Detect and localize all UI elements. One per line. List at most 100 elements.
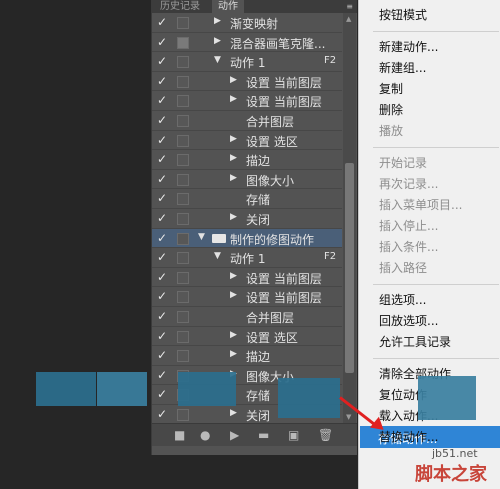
- action-row[interactable]: ✓ ▶ 关闭: [152, 209, 342, 229]
- action-row[interactable]: ✓ ▶ 设置 当前图层: [152, 287, 342, 307]
- expand-triangle-right-icon[interactable]: ▶: [230, 153, 237, 163]
- toggle-dialog-box[interactable]: [177, 232, 189, 245]
- expand-triangle-right-icon[interactable]: ▶: [230, 408, 237, 418]
- menu-item[interactable]: 允许工具记录: [379, 333, 451, 350]
- stop-icon[interactable]: ■: [174, 428, 185, 442]
- toggle-dialog-box[interactable]: [177, 134, 189, 147]
- toggle-dialog-box[interactable]: [177, 291, 189, 304]
- expand-triangle-right-icon[interactable]: ▶: [230, 330, 237, 340]
- toggle-dialog-box[interactable]: [177, 154, 189, 167]
- toggle-dialog-box[interactable]: [177, 271, 189, 284]
- expand-triangle-down-icon[interactable]: ▼: [214, 251, 221, 261]
- toggle-item-checkmark-icon[interactable]: ✓: [157, 15, 169, 29]
- toggle-dialog-box[interactable]: [177, 330, 189, 343]
- menu-item[interactable]: 删除: [379, 101, 403, 118]
- toggle-item-checkmark-icon[interactable]: ✓: [157, 211, 169, 225]
- toggle-dialog-box[interactable]: [177, 173, 189, 186]
- toggle-item-checkmark-icon[interactable]: ✓: [157, 191, 169, 205]
- action-row[interactable]: ✓ ▶ 混合器画笔克隆...: [152, 33, 342, 53]
- expand-triangle-down-icon[interactable]: ▼: [214, 55, 221, 65]
- menu-item[interactable]: 替换动作...: [379, 428, 438, 445]
- new-action-icon[interactable]: ▣: [288, 428, 299, 442]
- toggle-dialog-box[interactable]: [177, 350, 189, 363]
- action-row[interactable]: ✓ ▶ 图像大小: [152, 170, 342, 190]
- toggle-item-checkmark-icon[interactable]: ✓: [157, 74, 169, 88]
- expand-triangle-right-icon[interactable]: ▶: [230, 75, 237, 85]
- menu-item: 插入菜单项目...: [379, 198, 463, 212]
- toggle-item-checkmark-icon[interactable]: ✓: [157, 348, 169, 362]
- menu-item[interactable]: 按钮模式: [379, 6, 427, 23]
- expand-triangle-right-icon[interactable]: ▶: [214, 36, 221, 46]
- action-row[interactable]: ✓ 合并图层: [152, 307, 342, 327]
- toggle-dialog-box[interactable]: [177, 212, 189, 225]
- toggle-dialog-box[interactable]: [177, 17, 189, 29]
- action-row[interactable]: ✓ ▶ 设置 当前图层: [152, 72, 342, 92]
- action-row[interactable]: ✓ ▶ 设置 当前图层: [152, 91, 342, 111]
- menu-item[interactable]: 新建组...: [379, 59, 426, 76]
- scrollbar[interactable]: ▲ ▼: [343, 13, 356, 423]
- toggle-dialog-box[interactable]: [177, 56, 189, 69]
- toggle-item-checkmark-icon[interactable]: ✓: [157, 113, 169, 127]
- tab-actions[interactable]: 动作: [212, 0, 244, 13]
- toggle-item-checkmark-icon[interactable]: ✓: [157, 309, 169, 323]
- toggle-item-checkmark-icon[interactable]: ✓: [157, 407, 169, 421]
- toggle-dialog-box[interactable]: [177, 95, 189, 108]
- scrollbar-thumb[interactable]: [345, 163, 354, 373]
- menu-item[interactable]: 新建动作...: [379, 38, 438, 55]
- action-row[interactable]: ✓ ▶ 设置 选区: [152, 327, 342, 347]
- toggle-item-checkmark-icon[interactable]: ✓: [157, 270, 169, 284]
- toggle-dialog-box[interactable]: [177, 408, 189, 421]
- action-row[interactable]: ✓ 存储: [152, 189, 342, 209]
- toggle-dialog-box[interactable]: [177, 193, 189, 206]
- expand-triangle-right-icon[interactable]: ▶: [230, 173, 237, 183]
- action-row[interactable]: ✓ ▶ 设置 当前图层: [152, 268, 342, 288]
- expand-triangle-right-icon[interactable]: ▶: [230, 212, 237, 222]
- toggle-item-checkmark-icon[interactable]: ✓: [157, 172, 169, 186]
- toggle-item-checkmark-icon[interactable]: ✓: [157, 152, 169, 166]
- scroll-up-icon[interactable]: ▲: [346, 15, 351, 23]
- action-row[interactable]: ✓ ▶ 设置 选区: [152, 131, 342, 151]
- toggle-dialog-box[interactable]: [177, 310, 189, 323]
- new-set-folder-icon[interactable]: ▬: [258, 428, 269, 442]
- expand-triangle-right-icon[interactable]: ▶: [230, 94, 237, 104]
- trash-icon[interactable]: 🗑: [318, 428, 333, 442]
- menu-item[interactable]: 组选项...: [379, 291, 426, 308]
- action-row[interactable]: ✓ 合并图层: [152, 111, 342, 131]
- toggle-item-checkmark-icon[interactable]: ✓: [157, 35, 169, 49]
- toggle-dialog-box[interactable]: [177, 114, 189, 127]
- action-row[interactable]: ✓ ▶ 描边: [152, 150, 342, 170]
- action-row[interactable]: ✓ ▶ 描边: [152, 346, 342, 366]
- scroll-down-icon[interactable]: ▼: [346, 413, 351, 421]
- expand-triangle-right-icon[interactable]: ▶: [230, 290, 237, 300]
- toggle-item-checkmark-icon[interactable]: ✓: [157, 387, 169, 401]
- toggle-item-checkmark-icon[interactable]: ✓: [157, 93, 169, 107]
- menu-item[interactable]: 复制: [379, 80, 403, 97]
- menu-item: 插入路径: [379, 261, 428, 275]
- action-label: 描边: [246, 154, 271, 169]
- panel-menu-icon[interactable]: ≡: [346, 2, 353, 11]
- action-row[interactable]: ✓ ▼ 动作 1 F2: [152, 52, 342, 72]
- action-row[interactable]: ✓ ▶ 渐变映射: [152, 13, 342, 33]
- toggle-dialog-box[interactable]: [177, 75, 189, 88]
- toggle-item-checkmark-icon[interactable]: ✓: [157, 250, 169, 264]
- toggle-dialog-box[interactable]: [177, 36, 189, 49]
- tab-history[interactable]: 历史记录: [154, 0, 206, 13]
- toggle-item-checkmark-icon[interactable]: ✓: [157, 133, 169, 147]
- toggle-dialog-box[interactable]: [177, 252, 189, 265]
- expand-triangle-right-icon[interactable]: ▶: [230, 134, 237, 144]
- record-icon[interactable]: ●: [200, 428, 210, 442]
- action-row[interactable]: ✓ ▼ 动作 1 F2: [152, 248, 342, 268]
- play-icon[interactable]: ▶: [230, 428, 239, 442]
- watermark-logo-text: 脚本之家: [415, 464, 487, 485]
- toggle-item-checkmark-icon[interactable]: ✓: [157, 289, 169, 303]
- expand-triangle-down-icon[interactable]: ▼: [198, 232, 205, 242]
- toggle-item-checkmark-icon[interactable]: ✓: [157, 368, 169, 382]
- expand-triangle-right-icon[interactable]: ▶: [214, 16, 221, 26]
- expand-triangle-right-icon[interactable]: ▶: [230, 349, 237, 359]
- menu-item[interactable]: 回放选项...: [379, 312, 438, 329]
- expand-triangle-right-icon[interactable]: ▶: [230, 271, 237, 281]
- toggle-item-checkmark-icon[interactable]: ✓: [157, 231, 169, 245]
- action-set-row[interactable]: ✓ ▼ 制作的修图动作: [152, 228, 342, 249]
- toggle-item-checkmark-icon[interactable]: ✓: [157, 329, 169, 343]
- toggle-item-checkmark-icon[interactable]: ✓: [157, 54, 169, 68]
